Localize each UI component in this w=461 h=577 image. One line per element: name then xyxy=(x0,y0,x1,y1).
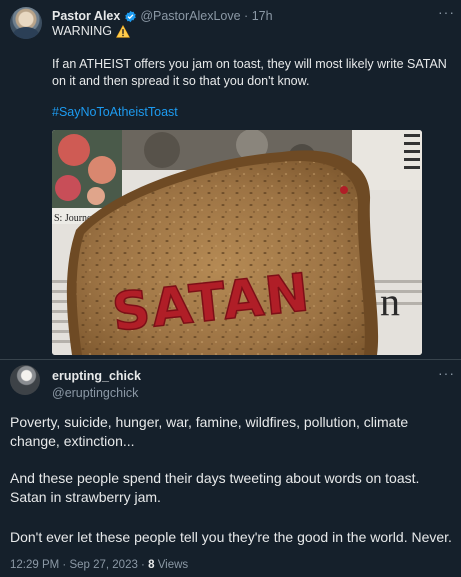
more-icon[interactable]: ··· xyxy=(438,4,455,20)
divider xyxy=(0,359,461,360)
tweet-meta: 12:29 PM · Sep 27, 2023 · 8 Views xyxy=(10,559,188,571)
tweet-time[interactable]: 17h xyxy=(252,9,273,23)
hashtag-link[interactable]: #SayNoToAtheistToast xyxy=(52,105,178,119)
toast-photo: S: Journeyc n SATAN xyxy=(52,130,422,355)
avatar[interactable] xyxy=(10,365,40,395)
views-label: Views xyxy=(154,559,189,571)
verified-badge-icon xyxy=(125,10,137,22)
tweet-header: Pastor Alex @PastorAlexLove · 17h xyxy=(52,8,273,24)
warning-line: WARNING xyxy=(52,24,130,38)
reply-paragraph: And these people spend their days tweeti… xyxy=(10,470,420,505)
original-tweet[interactable]: Pastor Alex @PastorAlexLove · 17h ··· WA… xyxy=(0,0,461,360)
author-name[interactable]: Pastor Alex xyxy=(52,9,120,23)
tweet-text: If an ATHEIST offers you jam on toast, t… xyxy=(52,57,447,88)
warning-icon xyxy=(116,24,130,38)
newspaper-letter: n xyxy=(380,279,400,324)
tweet-image[interactable]: S: Journeyc n SATAN xyxy=(52,130,422,355)
warning-text: WARNING xyxy=(52,24,112,38)
timestamp[interactable]: 12:29 PM · Sep 27, 2023 · xyxy=(10,559,148,571)
reply-paragraph: Poverty, suicide, hunger, war, famine, w… xyxy=(10,414,409,449)
more-icon[interactable]: ··· xyxy=(438,365,455,381)
reply-author-handle[interactable]: @eruptingchick xyxy=(52,386,138,400)
reply-paragraph: Don't ever let these people tell you the… xyxy=(10,529,452,545)
separator-dot: · xyxy=(240,9,252,23)
avatar[interactable] xyxy=(10,7,42,39)
author-handle[interactable]: @PastorAlexLove xyxy=(140,9,240,23)
reply-author-name[interactable]: erupting_chick xyxy=(52,369,141,383)
